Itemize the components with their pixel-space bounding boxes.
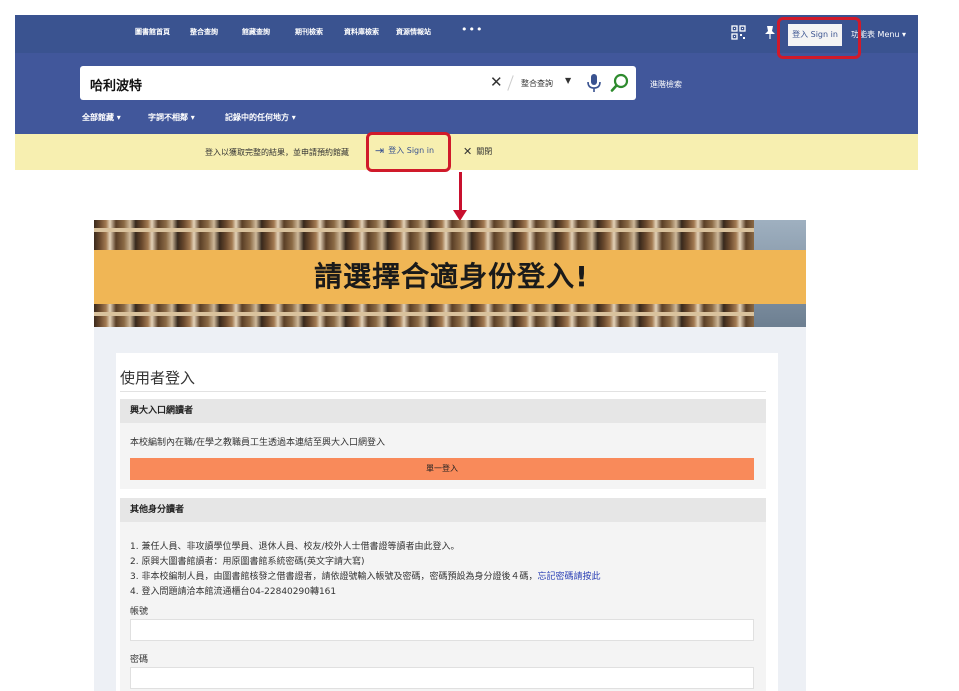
sso-login-button[interactable]: 單一登入	[130, 458, 754, 480]
rule-line-3-text: 3. 非本校編制人員，由圖書館核發之借書證者，請依證號輸入帳號及密碼，密碼預設為…	[130, 572, 538, 582]
other-section-header: 其他身分讀者	[120, 498, 766, 522]
clear-search-icon[interactable]: ✕	[490, 73, 503, 91]
signin-highlight-box	[777, 17, 861, 59]
nav-catalog-search[interactable]: 館藏查詢	[242, 27, 270, 37]
rule-line-2: 2. 原興大圖書館讀者：用原圖書館系統密碼(英文字請大寫)	[130, 557, 365, 567]
portal-section-body: 本校編制內在職/在學之教職員工生透過本連結至興大入口網登入 單一登入	[120, 423, 766, 489]
other-section-body: 1. 兼任人員、非攻讀學位學員、退休人員、校友/校外人士借書證等讀者由此登入。 …	[120, 522, 766, 691]
close-icon: ✕	[463, 145, 473, 158]
filter-field-scope[interactable]: 記錄中的任何地方 ▾	[225, 112, 296, 123]
panel-divider	[120, 391, 766, 392]
notice-signin-highlight-box	[366, 132, 451, 172]
notice-close-label: 關閉	[476, 147, 493, 156]
login-panel: 使用者登入 興大入口網讀者 本校編制內在職/在學之教職員工生透過本連結至興大入口…	[116, 353, 778, 691]
nav-database-search[interactable]: 資料庫檢索	[344, 27, 379, 37]
pin-icon[interactable]	[764, 25, 776, 44]
rule-line-3: 3. 非本校編制人員，由圖書館核發之借書證者，請依證號輸入帳號及密碼，密碼預設為…	[130, 569, 600, 582]
scope-divider	[507, 75, 514, 91]
banner-shelf	[94, 228, 806, 232]
banner-title: 請選擇合適身份登入!	[314, 260, 589, 293]
account-label: 帳號	[130, 607, 149, 617]
search-box[interactable]: 哈利波特 ✕ 整合查詢 ▼	[80, 66, 636, 100]
rule-line-4: 4. 登入問題請洽本館流通櫃台04-22840290轉161	[130, 587, 337, 597]
search-band: 哈利波特 ✕ 整合查詢 ▼ 進階檢索 全部館藏 ▾ 字詞不相鄰 ▾ 記錄中的任何…	[15, 53, 918, 134]
signin-notice-bar: 登入以獲取完整的結果，並申請預約館藏 ⇥ 登入 Sign in ✕ 關閉	[15, 134, 918, 170]
search-icon[interactable]	[610, 73, 630, 93]
microphone-icon[interactable]	[585, 73, 603, 93]
search-input[interactable]: 哈利波特	[90, 75, 142, 94]
forgot-password-link[interactable]: 忘記密碼請按此	[537, 572, 600, 582]
nav-more-icon[interactable]: •••	[461, 23, 483, 36]
panel-title: 使用者登入	[120, 369, 196, 387]
chevron-down-icon[interactable]: ▼	[565, 76, 571, 85]
nav-integrated-search[interactable]: 整合查詢	[190, 27, 218, 37]
password-label: 密碼	[130, 655, 149, 665]
notice-close-button[interactable]: ✕ 關閉	[463, 145, 492, 158]
search-scope-select[interactable]: 整合查詢	[521, 78, 553, 89]
nav-journal-search[interactable]: 期刊檢索	[295, 27, 323, 37]
login-area: 使用者登入 興大入口網讀者 本校編制內在職/在學之教職員工生透過本連結至興大入口…	[94, 327, 806, 691]
password-input[interactable]	[130, 667, 754, 689]
library-banner: 請選擇合適身份登入!	[94, 220, 806, 327]
notice-text: 登入以獲取完整的結果，並申請預約館藏	[205, 148, 349, 157]
qr-code-icon[interactable]	[731, 25, 746, 45]
filter-word-proximity[interactable]: 字詞不相鄰 ▾	[148, 112, 195, 123]
advanced-search-link[interactable]: 進階檢索	[650, 79, 682, 90]
portal-section-header: 興大入口網讀者	[120, 399, 766, 423]
account-input[interactable]	[130, 619, 754, 641]
rule-line-1: 1. 兼任人員、非攻讀學位學員、退休人員、校友/校外人士借書證等讀者由此登入。	[130, 542, 460, 552]
nav-library-home[interactable]: 圖書館首頁	[135, 27, 170, 37]
nav-resource-station[interactable]: 資源情報站	[396, 27, 431, 37]
banner-title-strip: 請選擇合適身份登入!	[94, 250, 806, 304]
portal-description: 本校編制內在職/在學之教職員工生透過本連結至興大入口網登入	[130, 438, 386, 448]
filter-collection[interactable]: 全部館藏 ▾	[82, 112, 121, 123]
annotation-arrow	[459, 172, 462, 212]
banner-shelf	[94, 312, 806, 316]
